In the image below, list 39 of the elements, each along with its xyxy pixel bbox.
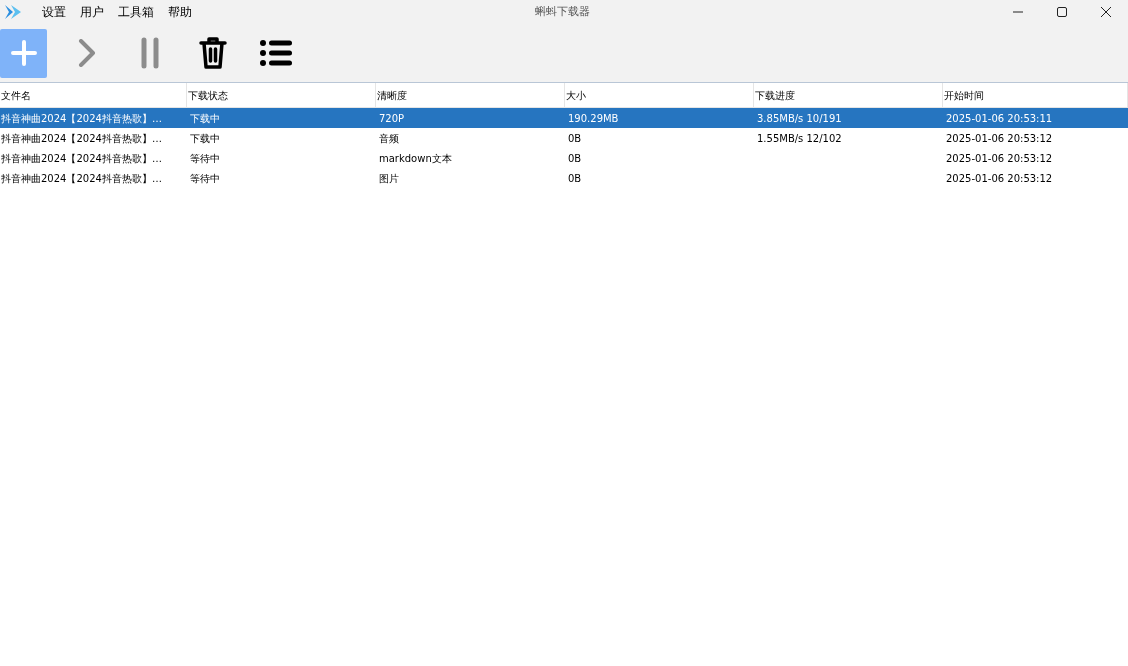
table-cell-text: 720P	[378, 111, 406, 126]
menu-item[interactable]: 帮助	[162, 3, 198, 21]
table-cell-text: 音频	[378, 131, 400, 146]
table-row[interactable]: 抖音神曲2024【2024抖音热歌】… 等待中 markdown文本 0B 2025-01-06 20:53:12	[0, 148, 1128, 168]
menu-item[interactable]: 工具箱	[112, 3, 160, 21]
table-cell-text: markdown文本	[378, 151, 453, 166]
window-title: 蝌蚪下载器	[535, 4, 590, 20]
table-cell-text: 3.85MB/s 10/191	[756, 111, 843, 126]
table-cell-text: 抖音神曲2024【2024抖音热歌】…	[0, 111, 163, 126]
menu-item[interactable]: 设置	[36, 3, 72, 21]
list-icon	[259, 39, 292, 67]
table-cell-text: 0B	[567, 151, 583, 166]
pause-icon	[139, 37, 160, 69]
table-cell-text: 抖音神曲2024【2024抖音热歌】…	[0, 151, 163, 166]
trash-icon	[198, 36, 227, 70]
table-cell-text: 下载中	[189, 111, 221, 126]
table-cell-text: 2025-01-06 20:53:12	[945, 151, 1054, 166]
table-cell-text: 抖音神曲2024【2024抖音热歌】…	[0, 131, 163, 146]
table-cell-text: 190.29MB	[567, 111, 620, 126]
menu-item[interactable]: 用户	[74, 3, 110, 21]
close-icon	[1100, 6, 1112, 18]
table-cell-text: 抖音神曲2024【2024抖音热歌】…	[0, 171, 163, 186]
table-cell-text: 图片	[378, 171, 400, 186]
table-cell-text: 等待中	[189, 171, 221, 186]
table-cell-text: 2025-01-06 20:53:12	[945, 131, 1054, 146]
table-row[interactable]: 抖音神曲2024【2024抖音热歌】… 下载中 720P 190.29MB 3.85MB/s 10/191 2025-01-06 20:53:11	[0, 108, 1128, 128]
chevron-right-icon	[77, 39, 96, 67]
table-cell-text: 等待中	[189, 151, 221, 166]
maximize-icon	[1056, 6, 1068, 18]
app-logo-icon	[4, 4, 22, 20]
table-cell-text: 2025-01-06 20:53:12	[945, 171, 1054, 186]
table-row[interactable]: 抖音神曲2024【2024抖音热歌】… 下载中 音频 0B 1.55MB/s 12/102 2025-01-06 20:53:12	[0, 128, 1128, 148]
table-cell-text: 0B	[567, 131, 583, 146]
table-cell-text: 1.55MB/s 12/102	[756, 131, 843, 146]
plus-icon	[10, 40, 37, 66]
table-cell-text: 0B	[567, 171, 583, 186]
table-cell-text: 2025-01-06 20:53:11	[945, 111, 1054, 126]
table-cell-text: 下载中	[189, 131, 221, 146]
table-row[interactable]: 抖音神曲2024【2024抖音热歌】… 等待中 图片 0B 2025-01-06 20:53:12	[0, 168, 1128, 188]
